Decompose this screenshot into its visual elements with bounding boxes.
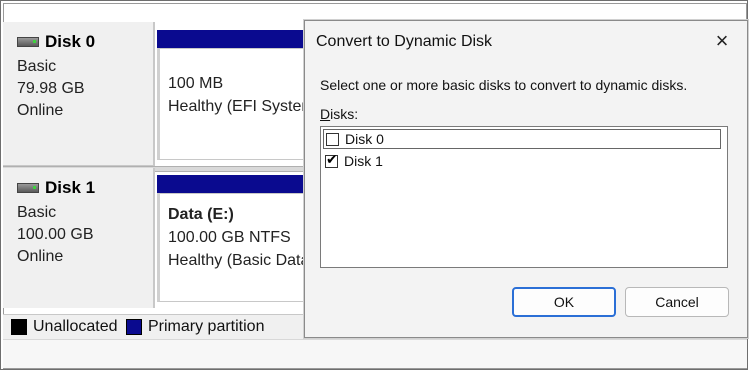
- disks-label: Disks:: [320, 106, 358, 122]
- legend-unallocated: Unallocated: [11, 318, 118, 336]
- disk-0-size: 79.98 GB: [17, 80, 85, 97]
- disk-1-size: 100.00 GB: [17, 226, 94, 243]
- partition-size: 100.00 GB NTFS: [168, 229, 291, 246]
- disk-0-panel[interactable]: Disk 0 Basic 79.98 GB Online: [3, 22, 155, 166]
- legend-label: Unallocated: [33, 318, 118, 335]
- partition-name: Data (E:): [168, 206, 234, 223]
- hard-disk-icon: [17, 183, 39, 193]
- disk-1-panel[interactable]: Disk 1 Basic 100.00 GB Online: [3, 168, 155, 308]
- status-bar: [3, 339, 747, 368]
- disk-0-checkbox[interactable]: [326, 132, 339, 146]
- partition-status: Healthy (Basic Data: [168, 252, 310, 269]
- primary-partition-swatch: [126, 319, 142, 335]
- disks-listbox[interactable]: Disk 0 Disk 1: [320, 126, 728, 268]
- disks-label-accesskey: D: [320, 106, 331, 122]
- close-icon[interactable]: ×: [711, 30, 733, 53]
- disk-1-type: Basic: [17, 204, 57, 221]
- disks-label-text: isks:: [330, 106, 359, 122]
- disk-0-header: Disk 0: [17, 32, 95, 52]
- dialog-instruction: Select one or more basic disks to conver…: [320, 77, 688, 93]
- cancel-button[interactable]: Cancel: [625, 287, 729, 317]
- dialog-title: Convert to Dynamic Disk: [316, 33, 493, 50]
- disk-1-status: Online: [17, 248, 64, 265]
- unallocated-swatch: [11, 319, 27, 335]
- disk-1-checkbox[interactable]: [325, 152, 338, 168]
- hard-disk-icon: [17, 37, 39, 47]
- convert-dynamic-disk-dialog: Convert to Dynamic Disk × Select one or …: [304, 20, 748, 338]
- partition-status: Healthy (EFI System: [168, 98, 315, 115]
- disk-1-name: Disk 1: [45, 178, 96, 197]
- list-item-disk-0[interactable]: Disk 0: [323, 129, 721, 149]
- list-item-disk-1[interactable]: Disk 1: [325, 151, 383, 171]
- list-item-label: Disk 1: [344, 153, 383, 169]
- legend-label: Primary partition: [148, 318, 265, 335]
- disk-0-name: Disk 0: [45, 32, 96, 51]
- legend-primary-partition: Primary partition: [126, 318, 264, 336]
- partition-size: 100 MB: [168, 75, 224, 92]
- disk-1-header: Disk 1: [17, 178, 95, 198]
- ok-button[interactable]: OK: [512, 287, 616, 317]
- list-item-label: Disk 0: [345, 131, 384, 147]
- disk-0-type: Basic: [17, 58, 57, 75]
- disk-0-status: Online: [17, 102, 64, 119]
